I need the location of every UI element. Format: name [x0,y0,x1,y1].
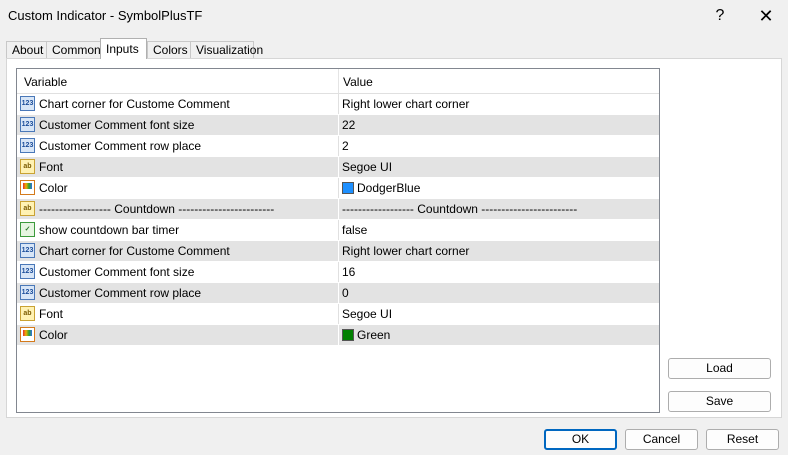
column-divider [338,157,339,177]
color-icon [20,180,35,195]
table-row[interactable]: 123 Customer Comment row place 2 [17,136,659,157]
table-row[interactable]: Color Green [17,325,659,346]
save-button[interactable]: Save [668,391,771,412]
color-name: DodgerBlue [357,181,421,195]
variable-value[interactable]: Green [342,325,390,345]
column-divider[interactable] [338,69,339,93]
variable-name: Customer Comment font size [39,118,195,132]
tab-colors[interactable]: Colors [147,41,191,58]
variable-value[interactable]: false [342,220,367,240]
grid-header: Variable Value [17,69,659,94]
window-title: Custom Indicator - SymbolPlusTF [8,8,203,23]
inputs-grid: Variable Value 123 Chart corner for Custo… [16,68,660,413]
table-row[interactable]: ab Font Segoe UI [17,304,659,325]
variable-value[interactable]: Segoe UI [342,157,392,177]
title-bar: Custom Indicator - SymbolPlusTF ? ✕ [0,0,788,32]
variable-value[interactable]: Right lower chart corner [342,94,469,114]
variable-value[interactable]: 16 [342,262,355,282]
variable-name: Chart corner for Custome Comment [39,244,230,258]
column-divider [338,304,339,324]
column-divider [338,262,339,282]
text-icon: ab [20,306,35,321]
column-divider [338,283,339,303]
text-icon: ab [20,201,35,216]
variable-value[interactable]: 2 [342,136,349,156]
variable-name: Customer Comment font size [39,265,195,279]
number-icon: 123 [20,117,35,132]
column-divider [338,136,339,156]
number-icon: 123 [20,96,35,111]
variable-value[interactable]: DodgerBlue [342,178,420,198]
bool-icon: ✓ [20,222,35,237]
table-row[interactable]: 123 Customer Comment font size 16 [17,262,659,283]
close-button[interactable]: ✕ [750,4,782,28]
variable-name: Chart corner for Custome Comment [39,97,230,111]
column-divider [338,178,339,198]
variable-value[interactable]: ------------------ Countdown -----------… [342,199,577,219]
color-swatch [342,329,354,341]
variable-value[interactable]: Right lower chart corner [342,241,469,261]
number-icon: 123 [20,285,35,300]
color-swatch [342,182,354,194]
grid-rows: 123 Chart corner for Custome Comment Right… [17,94,659,346]
variable-name: Customer Comment row place [39,139,202,153]
number-icon: 123 [20,264,35,279]
cancel-button[interactable]: Cancel [625,429,698,450]
help-button[interactable]: ? [704,4,736,28]
tab-inputs[interactable]: Inputs [100,38,147,59]
value-column-header[interactable]: Value [343,69,373,93]
number-icon: 123 [20,138,35,153]
column-divider [338,94,339,114]
tab-visualization[interactable]: Visualization [190,41,263,58]
column-divider [338,325,339,345]
column-divider [338,199,339,219]
reset-button[interactable]: Reset [706,429,779,450]
variable-name: Color [39,328,68,342]
text-icon: ab [20,159,35,174]
table-row[interactable]: ab Font Segoe UI [17,157,659,178]
column-divider [338,220,339,240]
table-row[interactable]: Color DodgerBlue [17,178,659,199]
number-icon: 123 [20,243,35,258]
table-row[interactable]: 123 Customer Comment row place 0 [17,283,659,304]
color-icon [20,327,35,342]
table-row[interactable]: 123 Customer Comment font size 22 [17,115,659,136]
variable-value[interactable]: 22 [342,115,355,135]
load-button[interactable]: Load [668,358,771,379]
ok-button[interactable]: OK [544,429,617,450]
variable-value[interactable]: 0 [342,283,349,303]
variable-column-header[interactable]: Variable [24,69,67,93]
table-row[interactable]: ✓ show countdown bar timer false [17,220,659,241]
variable-name: Font [39,160,64,174]
tab-common[interactable]: Common [46,41,101,58]
color-name: Green [357,328,391,342]
column-divider [338,241,339,261]
variable-name: Font [39,307,64,321]
column-divider [338,115,339,135]
table-row[interactable]: 123 Chart corner for Custome Comment Right… [17,241,659,262]
table-row[interactable]: 123 Chart corner for Custome Comment Right… [17,94,659,115]
variable-name: Customer Comment row place [39,286,202,300]
tab-about[interactable]: About [6,41,47,58]
variable-name: ------------------ Countdown -----------… [39,202,275,216]
table-row[interactable]: ab ------------------ Countdown ---------… [17,199,659,220]
variable-name: show countdown bar timer [39,223,180,237]
variable-name: Color [39,181,68,195]
variable-value[interactable]: Segoe UI [342,304,392,324]
